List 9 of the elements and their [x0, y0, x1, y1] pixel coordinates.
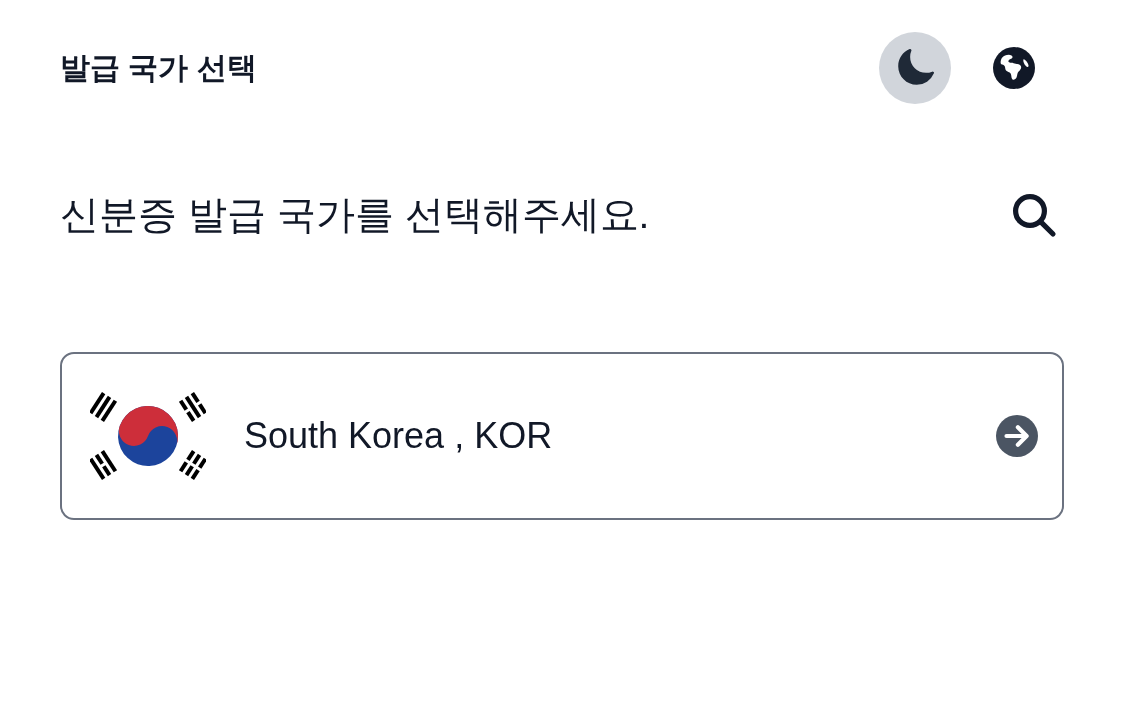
moon-icon	[896, 49, 934, 87]
flag-icon	[90, 389, 206, 483]
instruction-text: 신분증 발급 국가를 선택해주세요.	[60, 191, 650, 238]
search-button[interactable]	[1010, 191, 1058, 239]
country-option[interactable]: South Korea , KOR	[60, 352, 1064, 520]
globe-icon	[993, 47, 1035, 89]
page-title: 발급 국가 선택	[60, 50, 257, 86]
search-icon	[1010, 191, 1058, 239]
arrow-right-circle-icon	[996, 415, 1038, 457]
